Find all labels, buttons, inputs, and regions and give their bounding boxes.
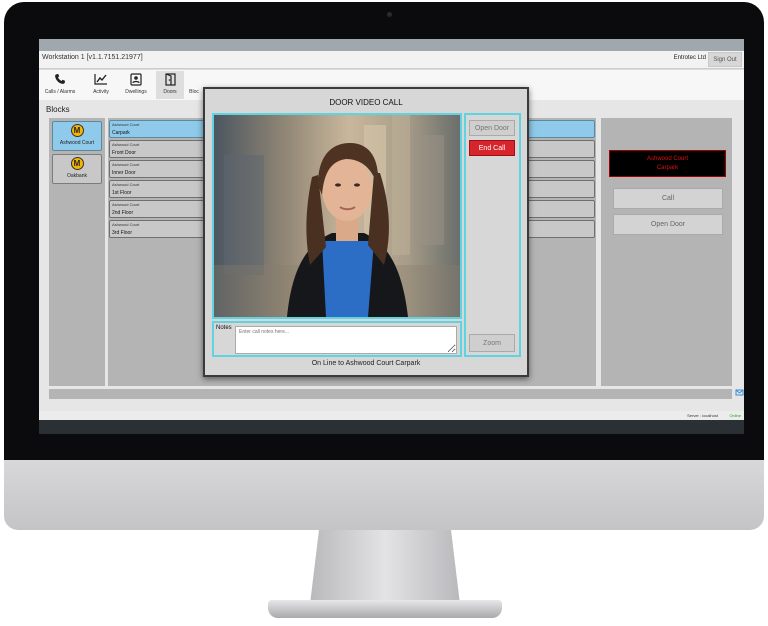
door-name: Carpark: [112, 130, 130, 136]
call-status-text: On Line to Ashwood Court Carpark: [311, 360, 421, 367]
toolbar-label: Calls / Alarms: [44, 89, 76, 95]
blocks-panel: M Ashwood Court M Oakbank: [49, 118, 105, 386]
toolbar-label: Bloc: [189, 89, 199, 95]
door-video-call-dialog: DOOR VIDEO CALL Notes Enter call notes h…: [203, 87, 529, 377]
door-block-label: Ashwood Court: [112, 222, 140, 227]
monitor-stand-base: [268, 600, 502, 618]
footer-bar: Server : localhost Online: [39, 411, 744, 420]
zoom-button[interactable]: Zoom: [469, 334, 515, 352]
open-door-button[interactable]: Open Door: [613, 214, 723, 235]
door-status-display: Ashwood Court Carpark: [609, 150, 726, 177]
app-screen: Workstation 1 [v1.1.7151.21977] Entrotec…: [39, 39, 744, 434]
door-status-door: Carpark: [656, 165, 679, 171]
toolbar-label: Doors: [163, 89, 177, 95]
notes-section: Notes: [212, 321, 462, 357]
toolbar-calls-alarms[interactable]: Calls / Alarms: [43, 71, 77, 99]
dialog-title: DOOR VIDEO CALL: [329, 98, 403, 107]
company-name: Entrotec Ltd: [673, 55, 706, 61]
taskbar: [39, 420, 744, 434]
door-block-label: Ashwood Court: [112, 202, 140, 207]
block-card-oakbank[interactable]: M Oakbank: [52, 154, 102, 184]
door-block-label: Ashwood Court: [112, 122, 140, 127]
status-strip: [49, 389, 732, 399]
dwellings-icon: [121, 73, 151, 87]
door-block-label: Ashwood Court: [112, 162, 140, 167]
monitor-chin: [4, 460, 764, 530]
online-status: Online: [729, 413, 741, 418]
dialog-open-door-button[interactable]: Open Door: [469, 120, 515, 136]
video-feed: [214, 115, 460, 317]
door-name: Front Door: [112, 150, 136, 156]
sign-out-button[interactable]: Sign Out: [708, 52, 742, 67]
block-logo-icon: M: [70, 124, 84, 137]
server-status: Server : localhost: [687, 413, 718, 418]
door-name: 2nd Floor: [112, 210, 134, 216]
desktop-band: [39, 39, 744, 51]
window-title: Workstation 1 [v1.1.7151.21977]: [42, 54, 143, 61]
camera-icon: [387, 12, 392, 17]
call-controls: Open Door End Call Zoom: [464, 113, 521, 357]
title-bar: Workstation 1 [v1.1.7151.21977] Entrotec…: [39, 51, 744, 69]
door-detail-panel: Ashwood Court Carpark Call Open Door: [601, 118, 732, 386]
notification-icon[interactable]: [735, 388, 744, 399]
block-name: Oakbank: [66, 173, 87, 179]
video-frame: [212, 113, 462, 319]
blocks-heading: Blocks: [46, 105, 70, 114]
block-logo-icon: M: [70, 157, 84, 170]
door-icon: [156, 73, 184, 87]
call-button[interactable]: Call: [613, 188, 723, 209]
door-name: 3rd Floor: [112, 230, 133, 236]
block-card-ashwood-court[interactable]: M Ashwood Court: [52, 121, 102, 151]
end-call-button[interactable]: End Call: [469, 140, 515, 156]
toolbar-doors[interactable]: Doors: [156, 71, 184, 99]
phone-icon: [43, 73, 77, 87]
door-status-block: Ashwood Court: [646, 156, 689, 162]
monitor-stand-neck: [310, 530, 460, 604]
door-block-label: Ashwood Court: [112, 182, 140, 187]
door-name: Inner Door: [112, 170, 136, 176]
door-block-label: Ashwood Court: [112, 142, 140, 147]
toolbar-label: Activity: [93, 89, 109, 95]
toolbar-dwellings[interactable]: Dwellings: [121, 71, 151, 99]
door-name: 1st Floor: [112, 190, 132, 196]
toolbar-activity[interactable]: Activity: [89, 71, 113, 99]
toolbar-label: Dwellings: [125, 89, 147, 95]
notes-label: Notes: [216, 325, 232, 331]
activity-chart-icon: [89, 73, 113, 87]
monitor-bezel: Workstation 1 [v1.1.7151.21977] Entrotec…: [4, 2, 764, 460]
toolbar-blocks[interactable]: Bloc: [187, 71, 201, 99]
block-name: Ashwood Court: [59, 140, 95, 146]
call-notes-input[interactable]: [235, 326, 457, 354]
